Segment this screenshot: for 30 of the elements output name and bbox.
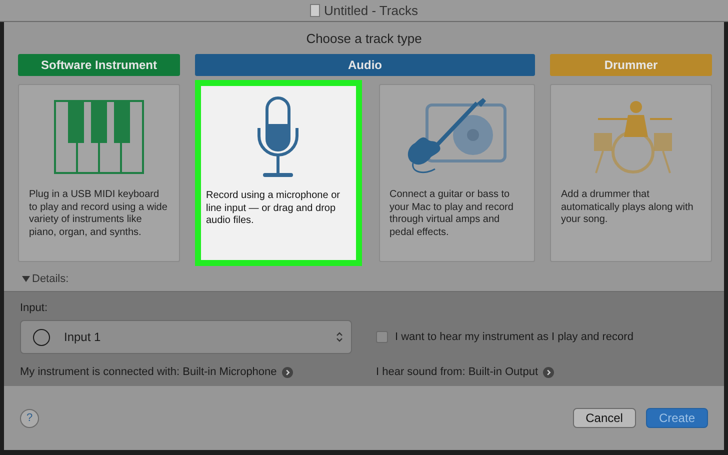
checkbox[interactable] xyxy=(376,331,388,343)
card-description: Connect a guitar or bass to your Mac to play and record through virtual amps and pedal effects. xyxy=(388,189,514,239)
connection-text: My instrument is connected with: Built-in Microphone xyxy=(20,366,277,378)
disclosure-triangle-icon[interactable] xyxy=(22,276,30,282)
track-type-card[interactable]: Add a drummer that automatically plays along with your song. xyxy=(550,84,712,262)
card-description: Record using a microphone or line input — or drag and drop audio files. xyxy=(205,190,341,228)
microphone-icon xyxy=(255,96,302,180)
details-label[interactable]: Details: xyxy=(32,273,69,285)
category-header[interactable]: Software Instrument xyxy=(18,54,180,76)
piano-keys-icon xyxy=(53,99,145,175)
track-type-card[interactable]: Plug in a USB MIDI keyboard to play and record using a wide variety of instruments like piano, organ, and synths. xyxy=(18,84,180,262)
document-icon xyxy=(310,4,320,17)
card-description: Plug in a USB MIDI keyboard to play and record using a wide variety of instruments like piano, organ, and synths. xyxy=(28,189,168,239)
window-title: Untitled - Tracks xyxy=(324,3,418,18)
updown-chevron-icon xyxy=(336,331,343,343)
create-button[interactable]: Create xyxy=(646,408,708,428)
input-label: Input: xyxy=(20,302,49,314)
track-type-card[interactable]: Connect a guitar or bass to your Mac to play and record through virtual amps and pedal effects. xyxy=(378,84,535,262)
checkbox-label[interactable]: I want to hear my instrument as I play and record xyxy=(395,331,634,343)
help-button[interactable]: ? xyxy=(20,408,39,428)
dialog-title: Choose a track type xyxy=(305,30,423,48)
track-type-card[interactable]: Record using a microphone or line input — or drag and drop audio files. xyxy=(195,80,362,266)
output-text: I hear sound from: Built-in Output xyxy=(376,366,538,378)
card-description: Add a drummer that automatically plays along with your song. xyxy=(560,189,694,226)
category-header[interactable]: Audio xyxy=(195,54,535,76)
cancel-button[interactable]: Cancel xyxy=(572,408,636,428)
input-select[interactable]: Input 1 xyxy=(20,320,352,354)
arrow-circle-icon[interactable] xyxy=(543,366,554,378)
circle-icon xyxy=(33,328,50,346)
arrow-circle-icon[interactable] xyxy=(282,366,293,378)
